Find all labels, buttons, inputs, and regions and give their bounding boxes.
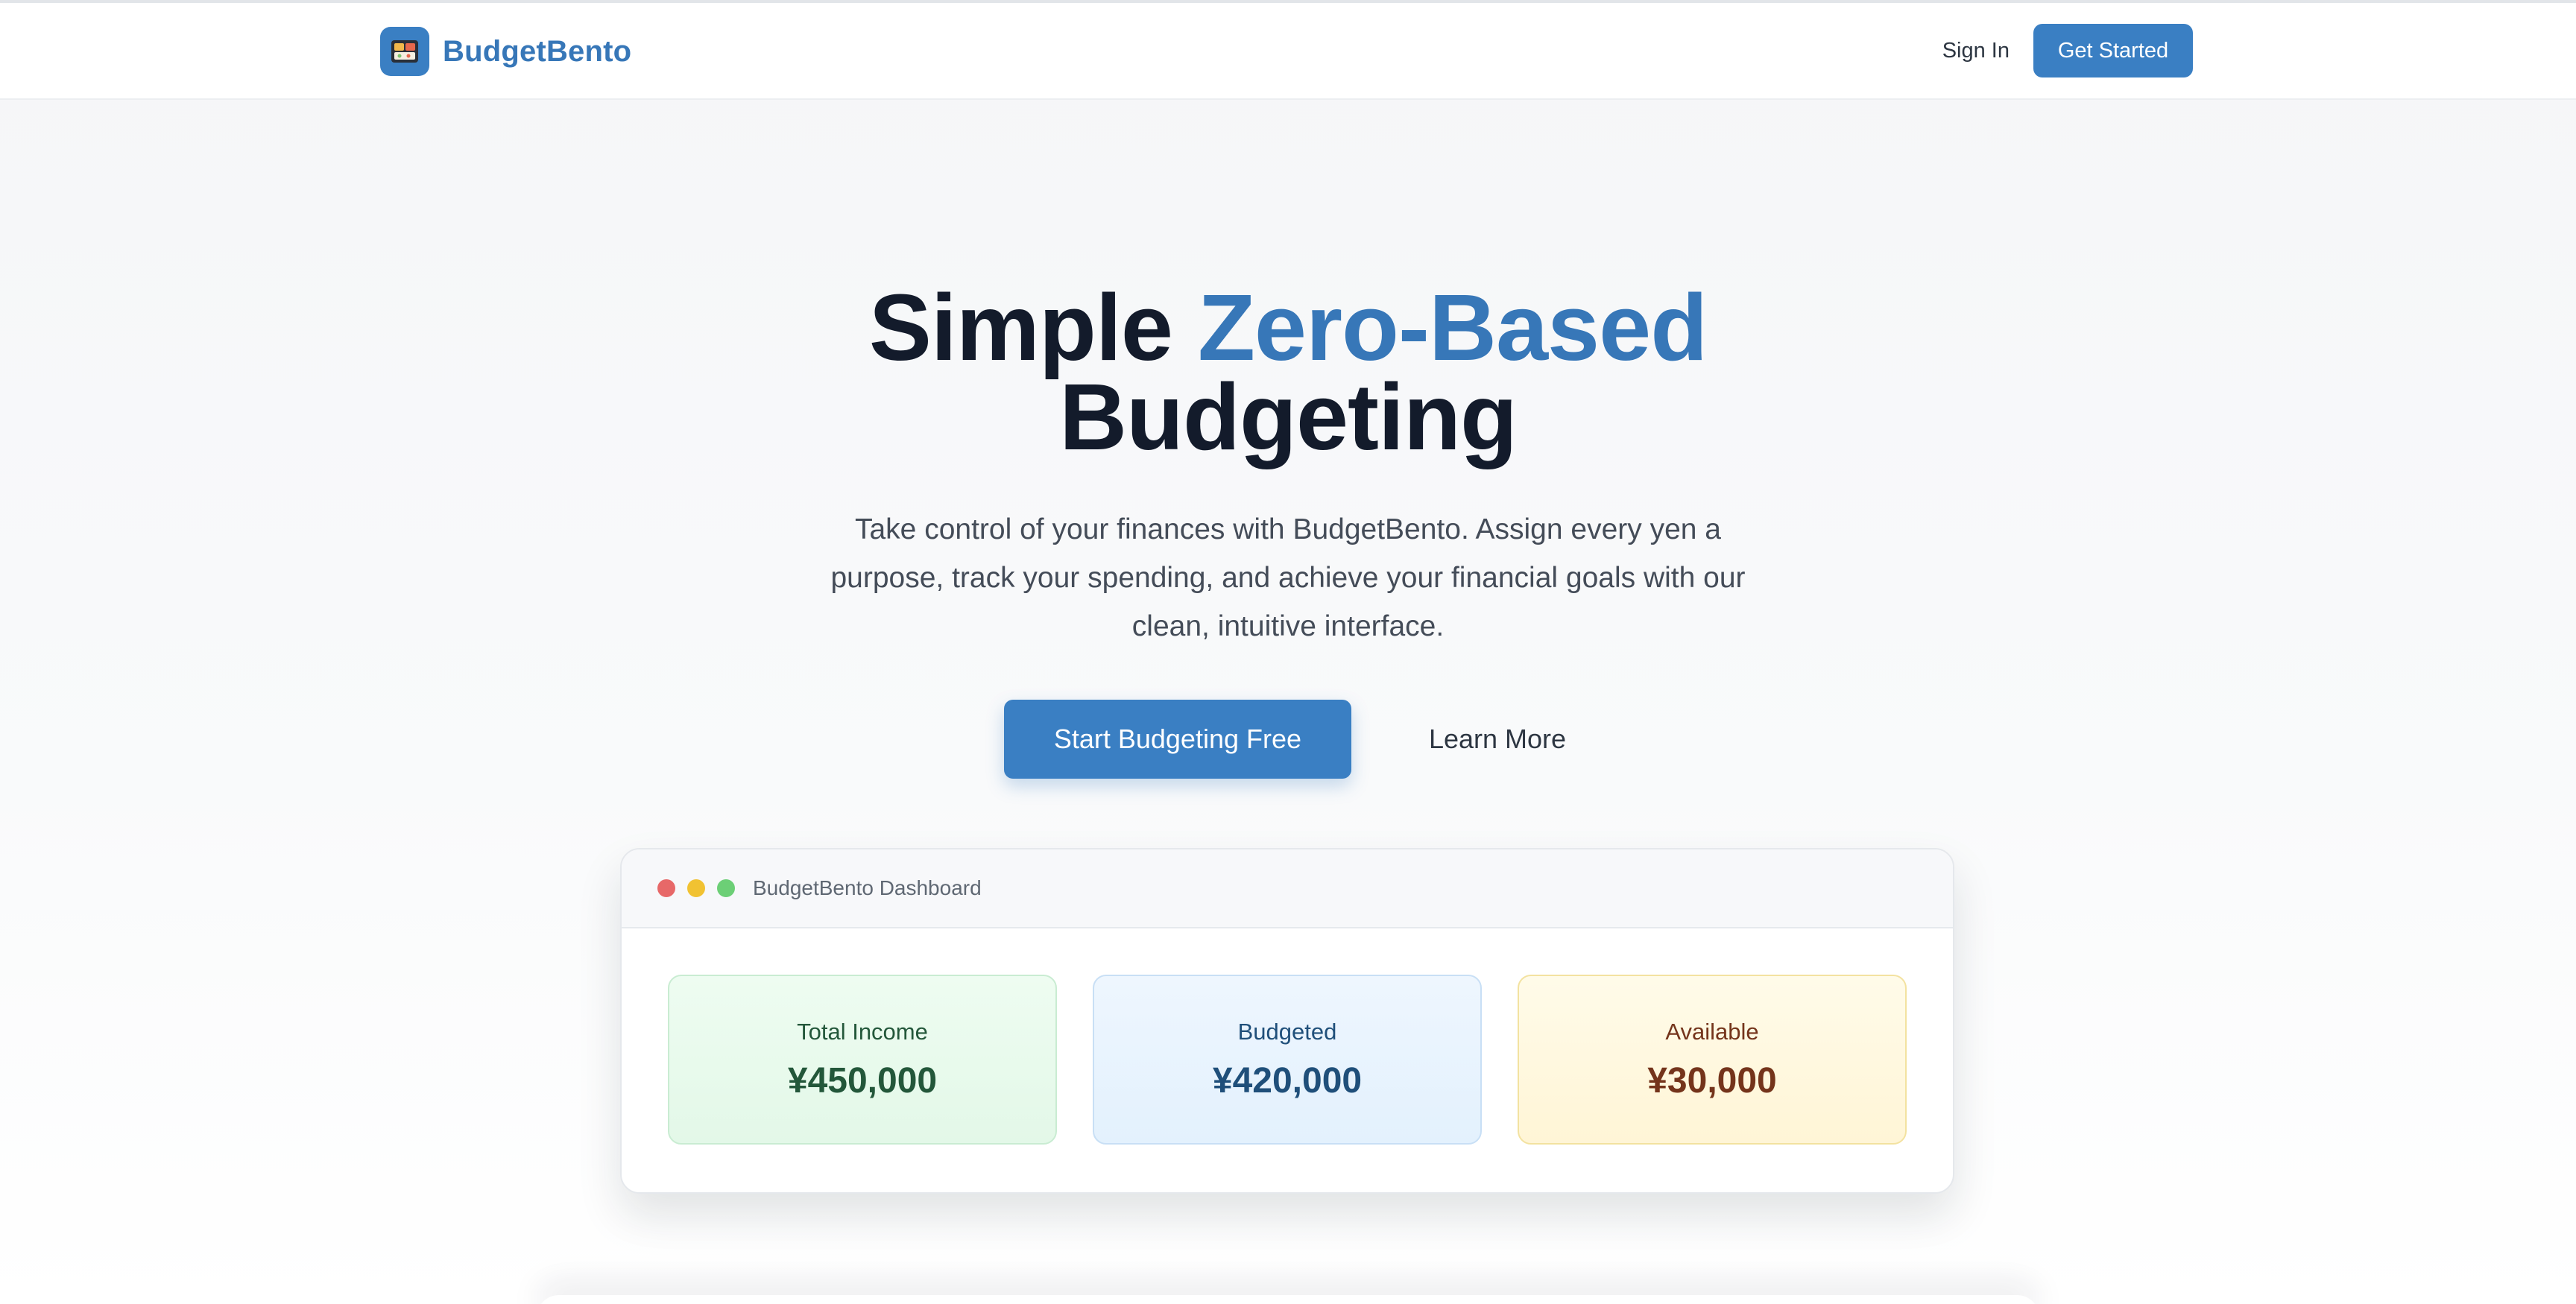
available-card: Available ¥30,000	[1518, 975, 1907, 1145]
hero-title: Simple Zero-Based Budgeting	[0, 281, 2576, 464]
hero-subtitle: Take control of your finances with Budge…	[830, 513, 1746, 642]
cta-row: Start Budgeting Free Learn More	[0, 700, 2576, 779]
card-label: Total Income	[797, 1018, 928, 1045]
brand-link[interactable]: BudgetBento	[380, 27, 631, 76]
landing-page: BudgetBento Sign In Get Started Simple Z…	[0, 0, 2576, 1304]
window-close-dot-icon	[657, 879, 675, 897]
card-label: Budgeted	[1237, 1018, 1337, 1045]
card-value: ¥420,000	[1212, 1060, 1363, 1101]
card-value: ¥30,000	[1647, 1060, 1777, 1101]
get-started-button[interactable]: Get Started	[2033, 24, 2193, 77]
window-title: BudgetBento Dashboard	[753, 876, 982, 899]
summary-cards: Total Income ¥450,000 Budgeted ¥420,000 …	[622, 928, 1953, 1145]
header-actions: Sign In Get Started	[1942, 24, 2193, 77]
hero-title-part2: Budgeting	[1059, 364, 1518, 469]
start-budgeting-button[interactable]: Start Budgeting Free	[1003, 700, 1351, 779]
window-maximize-dot-icon	[717, 879, 735, 897]
window-minimize-dot-icon	[687, 879, 705, 897]
window-titlebar: BudgetBento Dashboard	[622, 849, 1953, 928]
budgeted-card: Budgeted ¥420,000	[1093, 975, 1482, 1145]
learn-more-link[interactable]: Learn More	[1423, 724, 1572, 755]
card-label: Available	[1665, 1018, 1759, 1045]
bento-box-icon	[380, 27, 429, 76]
sign-in-link[interactable]: Sign In	[1942, 39, 2010, 63]
top-navigation: BudgetBento Sign In Get Started	[0, 0, 2576, 100]
brand-name: BudgetBento	[443, 34, 632, 68]
next-section-edge	[537, 1295, 2039, 1304]
total-income-card: Total Income ¥450,000	[668, 975, 1057, 1145]
hero-section: Simple Zero-Based Budgeting Take control…	[0, 281, 2576, 779]
dashboard-preview: BudgetBento Dashboard Total Income ¥450,…	[620, 848, 1954, 1194]
card-value: ¥450,000	[787, 1060, 938, 1101]
